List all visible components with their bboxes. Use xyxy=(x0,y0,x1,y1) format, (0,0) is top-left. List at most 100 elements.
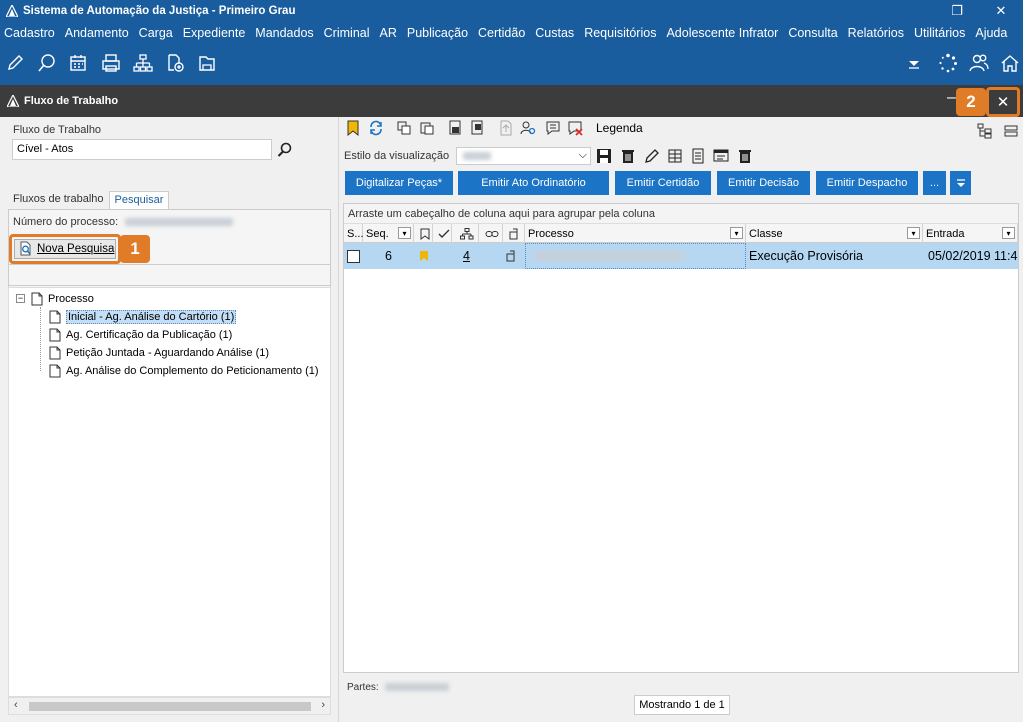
column-classe[interactable]: Classe ▾ xyxy=(746,224,923,243)
trash-icon[interactable] xyxy=(737,148,753,164)
workflow-minimize-button[interactable]: – xyxy=(947,89,956,107)
app-logo-icon xyxy=(6,5,18,17)
menu-relatorios[interactable]: Relatórios xyxy=(848,24,909,44)
menu-utilitarios[interactable]: Utilitários xyxy=(914,24,970,44)
digitalizar-pecas-button[interactable]: Digitalizar Peças* xyxy=(345,171,453,195)
tree-view-icon[interactable] xyxy=(977,123,993,139)
nova-pesquisa-label: Nova Pesquisa xyxy=(37,243,115,255)
search-result-field[interactable] xyxy=(8,264,331,286)
window-list-icon[interactable] xyxy=(713,148,729,164)
export-excel-icon[interactable] xyxy=(667,148,683,164)
table-row[interactable]: 6 4 Execução Provisória 05/02/2019 11:4 xyxy=(344,243,1018,269)
org-chart-icon[interactable] xyxy=(132,52,154,74)
edit-icon[interactable] xyxy=(4,52,26,74)
legend-label[interactable]: Legenda xyxy=(596,121,643,135)
row-document-icon[interactable] xyxy=(506,243,518,269)
dropdown-menu-button[interactable] xyxy=(950,171,971,195)
filter-icon[interactable]: ▾ xyxy=(1002,227,1015,239)
unlock-document-icon[interactable] xyxy=(469,120,485,136)
row-processo[interactable] xyxy=(525,243,746,269)
menu-ajuda[interactable]: Ajuda xyxy=(975,24,1012,44)
menu-mandados[interactable]: Mandados xyxy=(255,24,318,44)
more-actions-button[interactable]: ... xyxy=(923,171,946,195)
bookmark-icon[interactable] xyxy=(345,120,361,137)
emitir-despacho-button[interactable]: Emitir Despacho xyxy=(816,171,918,195)
add-document-icon[interactable] xyxy=(164,52,186,74)
menu-criminal[interactable]: Criminal xyxy=(324,24,375,44)
home-icon[interactable] xyxy=(999,52,1021,74)
save-icon[interactable] xyxy=(596,148,612,164)
menu-publicacao[interactable]: Publicação xyxy=(407,24,473,44)
app-close-button[interactable]: ✕ xyxy=(979,0,1023,22)
column-processo[interactable]: Processo ▾ xyxy=(525,224,746,243)
view-style-select[interactable]: ⌵ xyxy=(456,147,591,165)
pencil-icon[interactable] xyxy=(644,148,660,164)
menu-andamento[interactable]: Andamento xyxy=(65,24,134,44)
search-person-icon[interactable] xyxy=(520,120,536,136)
emitir-ato-ordinatorio-button[interactable]: Emitir Ato Ordinatório xyxy=(458,171,609,195)
tree-item-peticao[interactable]: Petição Juntada - Aguardando Análise (1) xyxy=(49,345,269,361)
tree-expander[interactable]: − xyxy=(16,294,25,303)
tree-item-certificacao[interactable]: Ag. Certificação da Publicação (1) xyxy=(49,327,232,343)
spinner-icon[interactable] xyxy=(937,52,959,74)
trash-icon[interactable] xyxy=(620,148,636,164)
column-hierarchy[interactable] xyxy=(452,224,479,243)
paste-icon[interactable] xyxy=(419,120,435,136)
document-list-icon[interactable] xyxy=(690,148,706,164)
menu-consulta[interactable]: Consulta xyxy=(788,24,842,44)
folder-icon[interactable] xyxy=(196,52,218,74)
flow-field[interactable]: Cível - Atos xyxy=(12,139,272,160)
flow-label: Fluxo de Trabalho xyxy=(13,124,102,136)
search-chat-icon[interactable] xyxy=(36,52,58,74)
column-check[interactable] xyxy=(433,224,452,243)
column-seq[interactable]: Seq. ▾ xyxy=(363,224,414,243)
filter-icon[interactable]: ▾ xyxy=(907,227,920,239)
column-link[interactable] xyxy=(479,224,503,243)
dropdown-arrow-icon[interactable] xyxy=(903,52,925,74)
tree-item-inicial[interactable]: Inicial - Ag. Análise do Cartório (1) xyxy=(49,309,237,325)
nova-pesquisa-button[interactable]: Nova Pesquisa xyxy=(14,239,116,259)
menu-carga[interactable]: Carga xyxy=(139,24,178,44)
row-checkbox[interactable] xyxy=(347,243,360,269)
users-icon[interactable] xyxy=(968,52,990,74)
horizontal-scrollbar[interactable]: ‹ › xyxy=(8,697,331,715)
row-count-link[interactable]: 4 xyxy=(463,243,470,269)
tab-pesquisar[interactable]: Pesquisar xyxy=(108,191,170,209)
scroll-thumb[interactable] xyxy=(29,702,311,711)
workflow-close-button[interactable]: ✕ xyxy=(986,87,1020,117)
column-selecao[interactable]: S... xyxy=(344,224,364,243)
emitir-decisao-button[interactable]: Emitir Decisão xyxy=(717,171,810,195)
lock-document-icon[interactable] xyxy=(447,120,463,136)
upload-document-icon[interactable] xyxy=(498,120,514,136)
menu-adolescente-infrator[interactable]: Adolescente Infrator xyxy=(666,24,783,44)
filter-icon[interactable]: ▾ xyxy=(398,227,411,239)
menu-requisitorios[interactable]: Requisitórios xyxy=(584,24,661,44)
menu-custas[interactable]: Custas xyxy=(535,24,579,44)
list-view-icon[interactable] xyxy=(1003,123,1019,139)
refresh-icon[interactable] xyxy=(368,120,384,136)
menu-ar[interactable]: AR xyxy=(380,24,402,44)
menu-expediente[interactable]: Expediente xyxy=(183,24,251,44)
restore-button[interactable]: ❐ xyxy=(935,0,979,22)
tree-item-complemento[interactable]: Ag. Análise do Complemento do Peticionam… xyxy=(49,363,319,379)
column-entrada[interactable]: Entrada ▾ xyxy=(923,224,1018,243)
printer-icon[interactable] xyxy=(100,52,122,74)
search-icon[interactable] xyxy=(277,142,293,158)
copy-icon[interactable] xyxy=(396,120,412,136)
delete-comment-icon[interactable] xyxy=(567,120,583,136)
menu-certidao[interactable]: Certidão xyxy=(478,24,530,44)
menu-cadastro[interactable]: Cadastro xyxy=(4,24,60,44)
column-bookmark[interactable] xyxy=(414,224,433,243)
row-bookmark-icon[interactable] xyxy=(419,243,429,269)
workflow-logo-icon xyxy=(7,95,19,107)
comment-icon[interactable] xyxy=(545,120,561,136)
scroll-right-icon[interactable]: › xyxy=(321,699,325,711)
emitir-certidao-button[interactable]: Emitir Certidão xyxy=(615,171,711,195)
column-document[interactable] xyxy=(503,224,525,243)
tab-fluxos-de-trabalho[interactable]: Fluxos de trabalho xyxy=(8,191,109,209)
filter-icon[interactable]: ▾ xyxy=(730,227,743,239)
hierarchy-icon xyxy=(459,227,473,239)
calendar-icon[interactable] xyxy=(67,52,89,74)
scroll-left-icon[interactable]: ‹ xyxy=(14,699,18,711)
tree-root[interactable]: Processo xyxy=(31,291,94,307)
